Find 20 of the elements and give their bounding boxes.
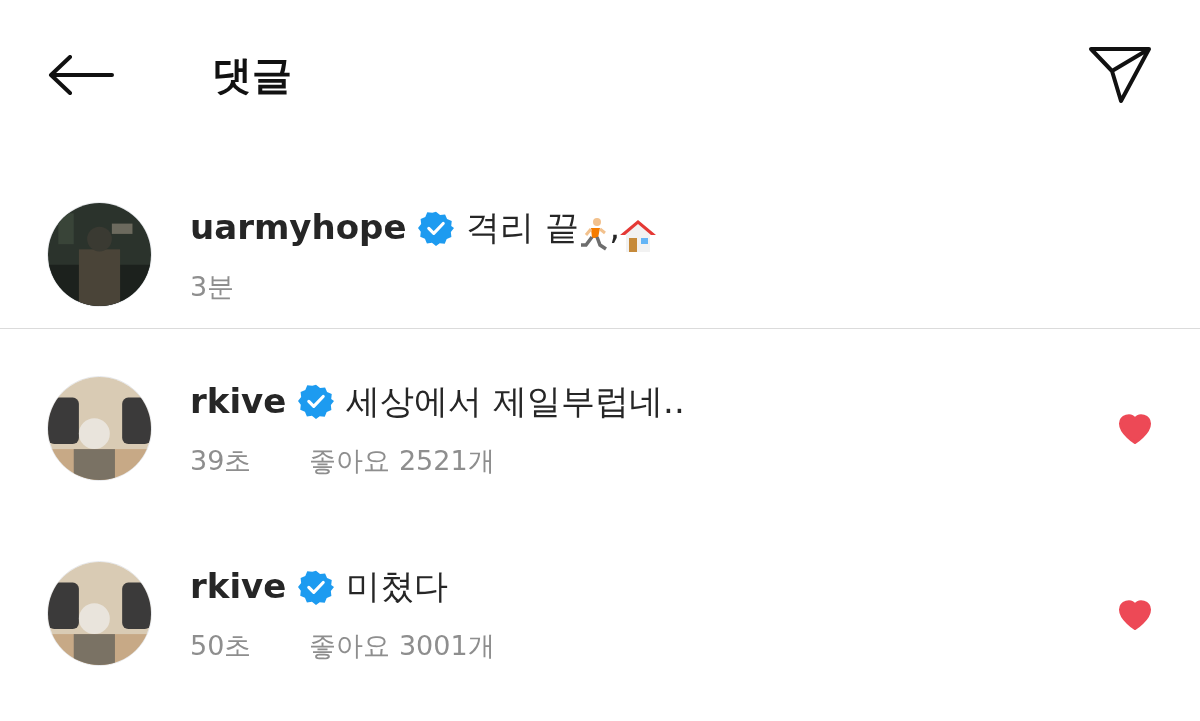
comment-text: 세상에서 제일부럽네.. (346, 379, 685, 423)
username[interactable]: rkive (190, 375, 287, 427)
comment-text: 미쳤다 (346, 565, 449, 608)
comma: , (609, 206, 621, 249)
send-icon[interactable] (1088, 45, 1152, 105)
timestamp: 3분 (190, 270, 235, 304)
username[interactable]: uarmyhope (190, 202, 407, 253)
timestamp: 50초 (190, 629, 252, 663)
timestamp: 39초 (190, 443, 252, 478)
username[interactable]: rkive (190, 561, 287, 612)
heart-icon[interactable] (1117, 597, 1153, 630)
verified-badge-icon (298, 383, 335, 419)
verified-badge-icon (298, 568, 335, 605)
verified-badge-icon (418, 209, 455, 246)
back-arrow-icon[interactable] (48, 55, 114, 95)
running-person-icon (579, 217, 610, 253)
page-title: 댓글 (212, 51, 293, 100)
comment-text: 격리 끝 (466, 206, 580, 249)
heart-icon[interactable] (1117, 412, 1153, 445)
house-icon (620, 219, 657, 253)
